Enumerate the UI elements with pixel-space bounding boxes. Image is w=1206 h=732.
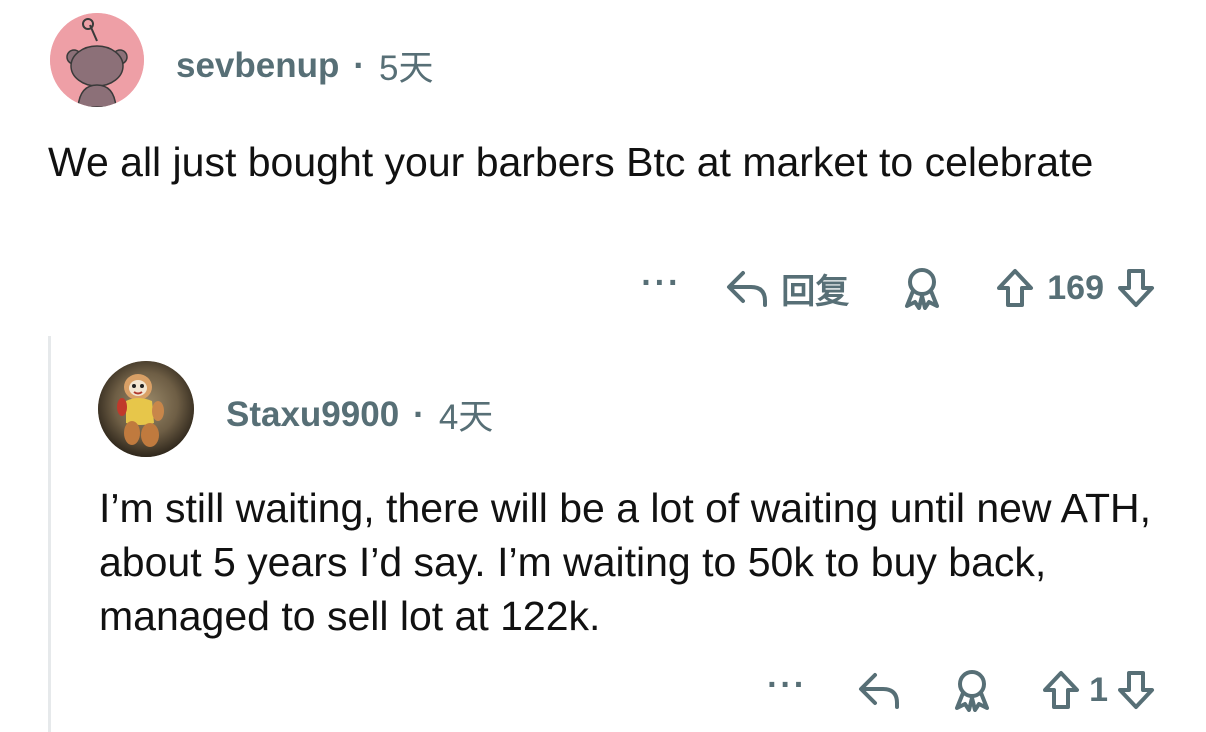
award-button[interactable]	[951, 668, 993, 712]
reply-age: 4天	[438, 398, 494, 437]
reply-button[interactable]	[857, 669, 901, 711]
comment-body: We all just bought your barbers Btc at m…	[48, 139, 1094, 185]
comment-age: 5天	[379, 49, 434, 88]
vote-score: 1	[1089, 670, 1108, 709]
more-options-button[interactable]: ···	[641, 266, 681, 303]
reply-username[interactable]: Staxu9900	[226, 395, 399, 435]
comment: sevbenup · 5天 We all just bought your ba…	[0, 0, 1206, 336]
meta-separator: ·	[353, 45, 366, 85]
reply-arrow-icon	[859, 673, 900, 709]
meta-separator: ·	[413, 394, 425, 434]
reply-button[interactable]: 回复	[725, 264, 901, 313]
thread-line[interactable]	[48, 336, 51, 732]
upvote-arrow-icon[interactable]	[1041, 669, 1081, 711]
reply-actions: ··· 1	[767, 664, 1156, 716]
award-icon	[905, 268, 940, 310]
vote-controls: 1	[1041, 669, 1156, 711]
award-icon	[955, 670, 990, 712]
award-button[interactable]	[901, 266, 943, 310]
username[interactable]: sevbenup	[176, 46, 339, 86]
snoo-avatar-icon	[50, 13, 144, 107]
vote-score: 169	[1047, 268, 1104, 307]
more-options-button[interactable]: ···	[767, 668, 807, 705]
reply-body: I’m still waiting, there will be a lot o…	[99, 485, 1152, 639]
avatar[interactable]	[50, 13, 144, 107]
reply-meta: Staxu9900 · 4天	[226, 389, 493, 440]
upvote-arrow-icon[interactable]	[995, 267, 1035, 309]
reply-arrow-icon	[727, 271, 768, 307]
downvote-arrow-icon[interactable]	[1116, 669, 1156, 711]
vote-controls: 169	[995, 267, 1156, 309]
downvote-arrow-icon[interactable]	[1116, 267, 1156, 309]
plush-toy-avatar-icon	[98, 361, 194, 457]
reply-avatar[interactable]	[98, 361, 194, 457]
comment-meta: sevbenup · 5天	[176, 40, 434, 91]
reply-label: 回复	[781, 272, 850, 311]
comment-actions: ··· 回复 169	[641, 262, 1156, 314]
